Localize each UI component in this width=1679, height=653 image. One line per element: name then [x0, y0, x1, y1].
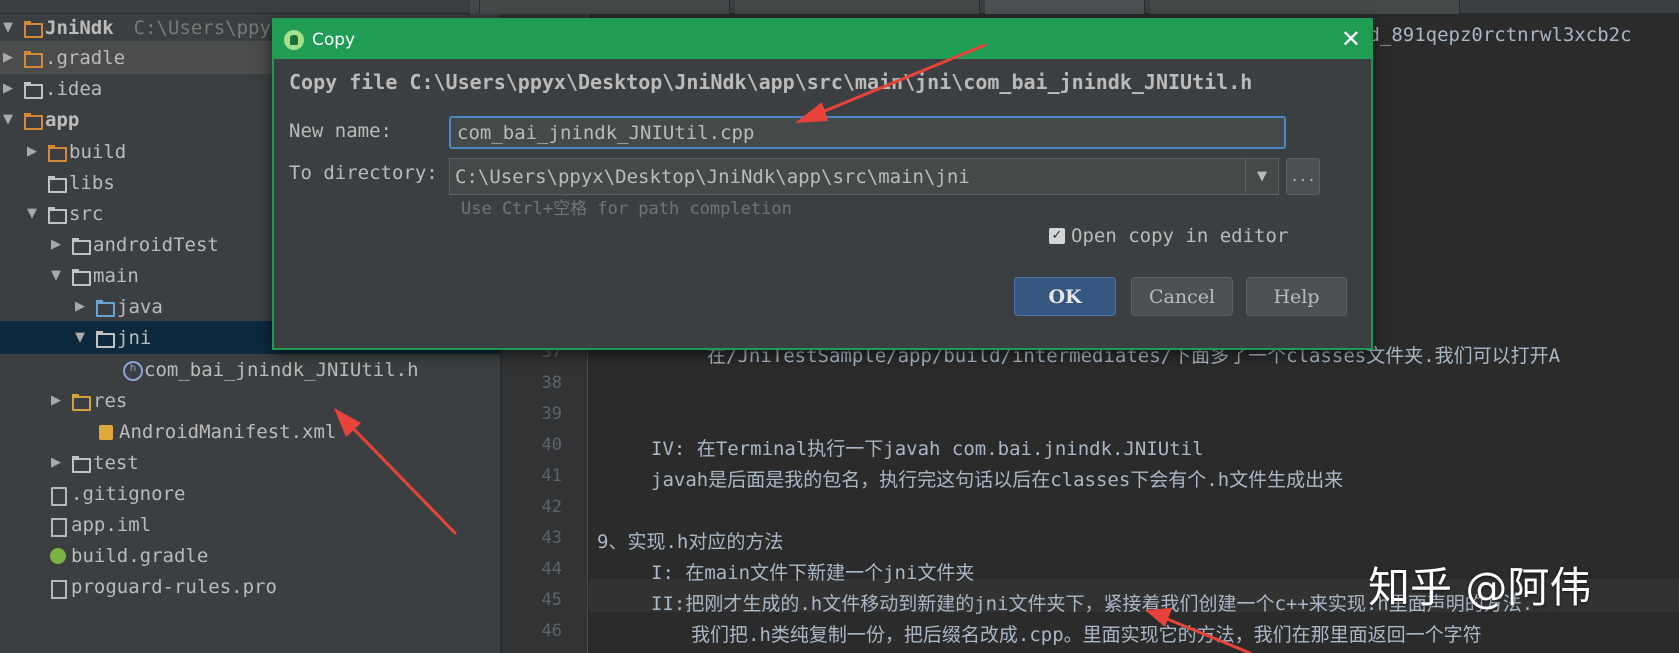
tree-item-label: com_bai_jnindk_JNIUtil.h	[144, 358, 419, 381]
collapse-arrow-icon[interactable]: ▼	[0, 20, 16, 35]
new-name-label: New name:	[289, 120, 392, 142]
file-icon	[50, 486, 67, 506]
tree-item-label: androidTest	[93, 233, 219, 256]
line-number: 42	[541, 497, 562, 517]
expand-arrow-icon[interactable]: ▶	[48, 393, 64, 408]
line-number: 41	[541, 466, 562, 486]
tree-item-res[interactable]: ▶ res	[0, 384, 500, 417]
tree-item-label: jni	[117, 326, 152, 349]
tree-item-build-gradle[interactable]: build.gradle	[0, 539, 500, 572]
expand-arrow-icon[interactable]: ▶	[48, 455, 64, 470]
editor-tab[interactable]	[985, 0, 1145, 14]
tree-item-label: .idea	[45, 77, 103, 100]
collapse-arrow-icon[interactable]: ▼	[72, 330, 88, 345]
tree-item-label: AndroidManifest.xml	[119, 420, 337, 443]
ok-button[interactable]: OK	[1014, 277, 1116, 316]
expand-arrow-icon[interactable]: ▶	[0, 50, 16, 65]
collapse-arrow-icon[interactable]: ▼	[48, 268, 64, 283]
tree-item-label: .gradle	[45, 46, 126, 69]
tree-item-label: proguard-rules.pro	[71, 575, 277, 598]
code-line: IV: 在Terminal执行一下javah com.bai.jnindk.JN…	[651, 438, 1204, 460]
to-directory-combobox[interactable]: C:\Users\ppyx\Desktop\JniNdk\app\src\mai…	[449, 158, 1246, 195]
tree-item-label: build.gradle	[71, 544, 209, 567]
android-studio-icon	[284, 29, 304, 50]
line-number: 43	[541, 528, 562, 548]
line-number: 39	[541, 404, 562, 424]
tree-item-label: test	[93, 451, 139, 474]
folder-icon	[24, 81, 43, 99]
open-copy-label[interactable]: Open copy in editor	[1071, 225, 1288, 247]
tree-item-label: libs	[69, 171, 115, 194]
tree-item-label: res	[93, 389, 128, 412]
code-line: 我们把.h类纯复制一份，把后缀名改成.cpp。里面实现它的方法，我们在那里面返回…	[691, 624, 1482, 646]
copy-dialog: Copy ✕ Copy file C:\Users\ppyx\Desktop\J…	[272, 18, 1373, 350]
line-number: 45	[541, 590, 562, 610]
editor-tab[interactable]	[1150, 0, 1460, 14]
folder-icon	[48, 175, 67, 193]
module-folder-icon	[24, 20, 43, 38]
folder-icon	[72, 237, 91, 255]
help-button[interactable]: Help	[1246, 277, 1347, 316]
dialog-title: Copy	[312, 29, 356, 50]
source-folder-icon	[96, 299, 115, 317]
file-icon	[50, 579, 67, 599]
tree-item-jniutil-h[interactable]: com_bai_jnindk_JNIUtil.h	[0, 353, 500, 386]
collapse-arrow-icon[interactable]: ▼	[0, 112, 16, 127]
cancel-button[interactable]: Cancel	[1131, 277, 1233, 316]
folder-icon	[24, 50, 43, 68]
header-file-icon	[123, 360, 143, 381]
editor-tab[interactable]	[735, 0, 980, 14]
tree-item-label: src	[69, 202, 104, 225]
tree-item-proguard[interactable]: proguard-rules.pro	[0, 570, 500, 603]
folder-icon	[48, 144, 67, 162]
dropdown-arrow-icon[interactable]: ▼	[1245, 158, 1279, 195]
zhihu-watermark: 知乎 @阿伟	[1368, 563, 1592, 612]
expand-arrow-icon[interactable]: ▶	[0, 81, 16, 96]
folder-icon	[48, 206, 67, 224]
iml-file-icon	[50, 517, 67, 537]
tree-item-label: main	[93, 264, 139, 287]
tree-item-label: app.iml	[71, 513, 152, 536]
line-number: 46	[541, 621, 562, 641]
code-line: I: 在main文件下新建一个jni文件夹	[651, 562, 975, 584]
new-name-input[interactable]: com_bai_jnindk_JNIUtil.cpp	[449, 116, 1286, 149]
folder-icon	[72, 455, 91, 473]
code-line: javah是后面是我的包名，执行完这句话以后在classes下会有个.h文件生成…	[651, 469, 1344, 491]
editor-line-fragment: ld_891qepz0rctnrwl3xcb2c	[1357, 24, 1632, 46]
open-copy-checkbox-row[interactable]: ✓ Open copy in editor	[1049, 225, 1288, 247]
tree-item-label: JniNdk	[45, 16, 114, 39]
collapse-arrow-icon[interactable]: ▼	[24, 206, 40, 221]
xml-file-icon	[98, 424, 114, 440]
copy-file-heading: Copy file C:\Users\ppyx\Desktop\JniNdk\a…	[289, 70, 1253, 94]
editor-tab[interactable]	[480, 0, 730, 14]
browse-button[interactable]: ...	[1286, 158, 1320, 195]
gradle-file-icon	[50, 547, 66, 564]
resource-folder-icon	[72, 393, 91, 411]
module-folder-icon	[24, 112, 43, 130]
tree-item-label: java	[117, 295, 163, 318]
tree-item-manifest[interactable]: AndroidManifest.xml	[0, 415, 500, 448]
path-completion-hint: Use Ctrl+空格 for path completion	[461, 199, 792, 219]
expand-arrow-icon[interactable]: ▶	[72, 299, 88, 314]
line-number: 44	[541, 559, 562, 579]
tree-item-label: .gitignore	[71, 482, 186, 505]
tree-item-label: app	[45, 108, 80, 131]
expand-arrow-icon[interactable]: ▶	[24, 144, 40, 159]
line-number: 38	[541, 373, 562, 393]
folder-icon	[72, 268, 91, 286]
folder-icon	[96, 330, 115, 348]
dialog-title-bar[interactable]: Copy	[274, 20, 1371, 59]
tree-item-gitignore[interactable]: .gitignore	[0, 477, 500, 510]
line-number: 40	[541, 435, 562, 455]
expand-arrow-icon[interactable]: ▶	[48, 237, 64, 252]
tree-item-app-iml[interactable]: app.iml	[0, 508, 500, 541]
code-line: 9、实现.h对应的方法	[597, 531, 784, 553]
open-copy-checkbox[interactable]: ✓	[1049, 228, 1065, 244]
tree-item-test[interactable]: ▶ test	[0, 446, 500, 479]
to-directory-label: To directory:	[289, 162, 438, 184]
tree-item-label: build	[69, 140, 127, 163]
close-icon[interactable]: ✕	[1341, 25, 1361, 53]
